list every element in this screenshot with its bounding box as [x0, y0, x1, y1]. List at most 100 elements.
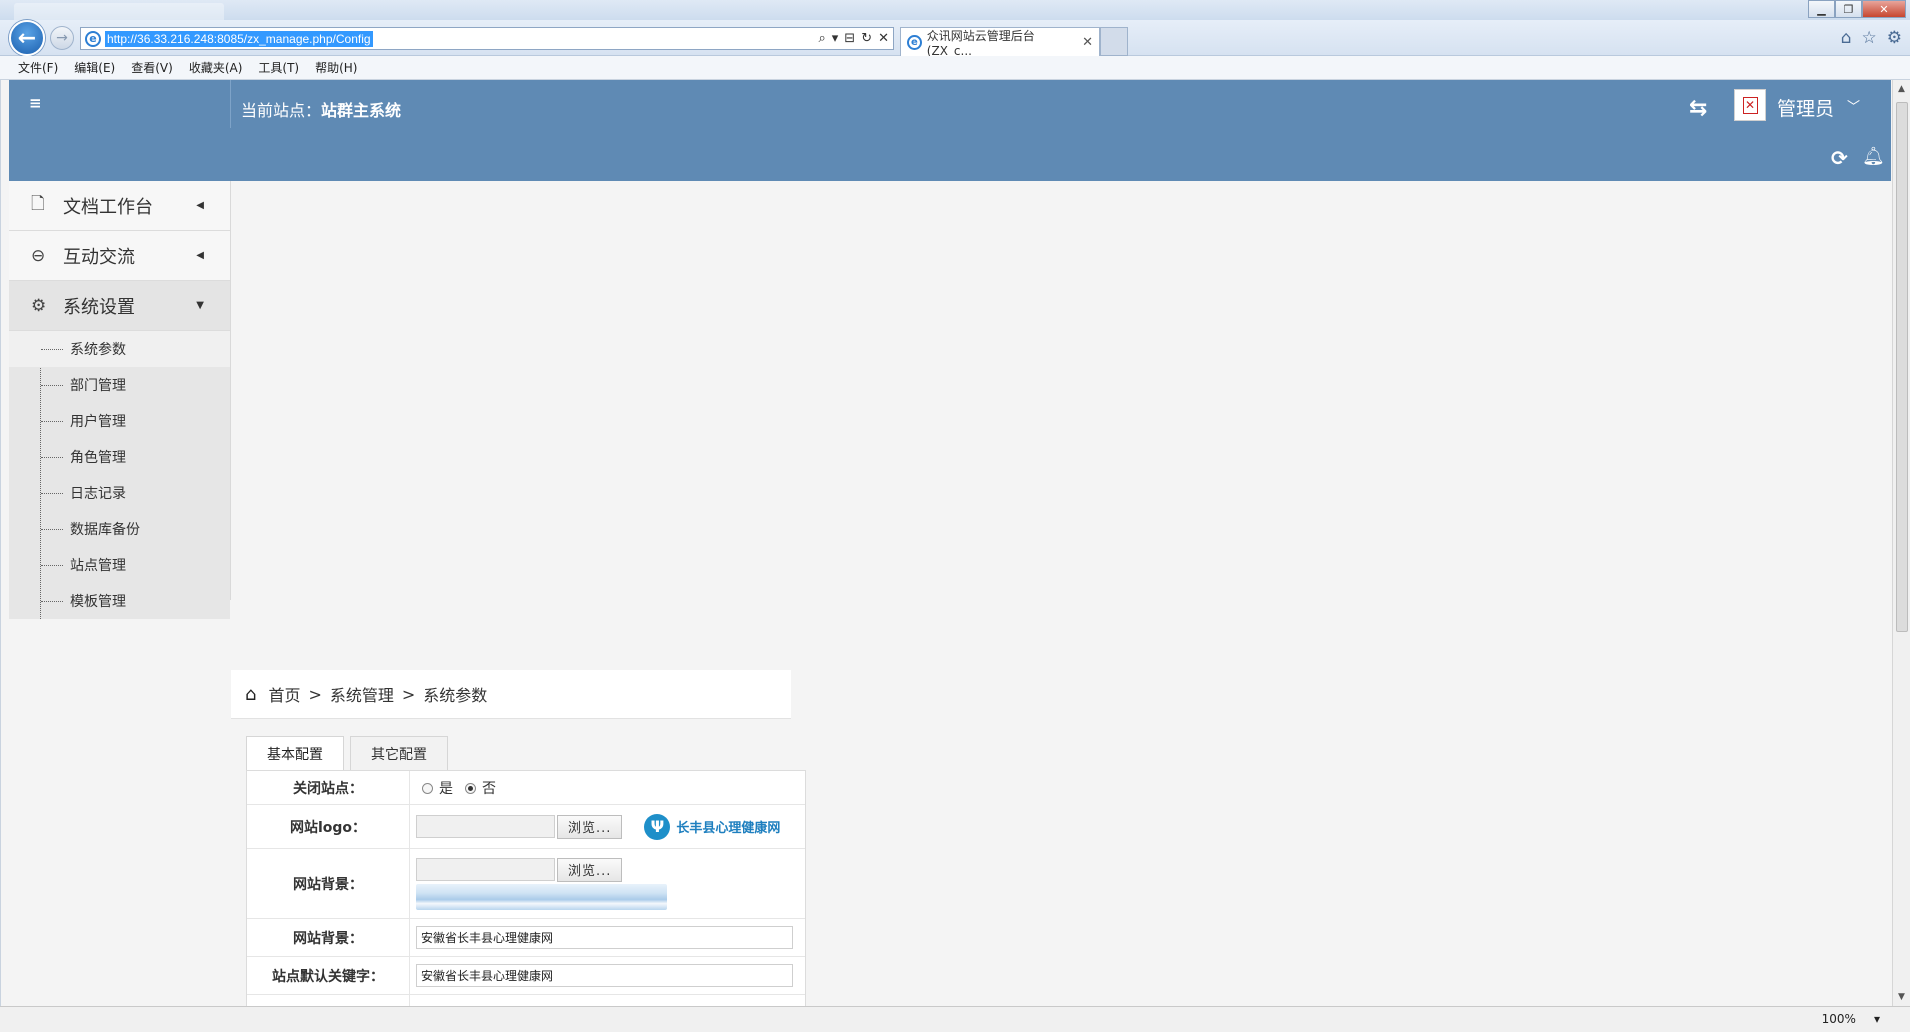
- menu-toggle-icon[interactable]: ≡: [29, 94, 42, 112]
- favorites-star-icon[interactable]: ☆: [1862, 28, 1877, 48]
- current-site-name: 站群主系统: [321, 101, 402, 120]
- menu-edit[interactable]: 编辑(E): [74, 59, 115, 76]
- tab-title: 众讯网站云管理后台(ZX_c...: [926, 28, 1035, 58]
- window-titlebar: ▁ ❐ ✕: [0, 0, 1910, 20]
- stop-icon[interactable]: ✕: [878, 31, 889, 46]
- status-bar: 100% ▾: [0, 1006, 1910, 1032]
- menu-view[interactable]: 查看(V): [131, 59, 173, 76]
- radio-no[interactable]: [465, 783, 476, 794]
- submenu-system-params[interactable]: 系统参数: [9, 331, 230, 367]
- menu-tools[interactable]: 工具(T): [258, 59, 299, 76]
- current-site: 当前站点：站群主系统: [241, 97, 401, 121]
- keywords-input[interactable]: 安徽省长丰县心理健康网: [416, 964, 793, 987]
- settings-gear-icon[interactable]: ⚙: [1887, 28, 1902, 48]
- refresh-page-icon[interactable]: ↻: [861, 31, 872, 46]
- sidebar: 🗋 文档工作台 ◀ ⊖ 互动交流 ◀ ⚙ 系统设置 ▼ 系统参数 部门管理 用户…: [9, 181, 231, 619]
- url-text[interactable]: http://36.33.216.248:8085/zx_manage.php/…: [105, 30, 373, 47]
- breadcrumb-home[interactable]: 首页: [268, 682, 300, 706]
- avatar[interactable]: ✕: [1734, 89, 1766, 121]
- submenu-users[interactable]: 用户管理: [9, 403, 230, 439]
- submenu-logs[interactable]: 日志记录: [9, 475, 230, 511]
- refresh-icon[interactable]: ⟳: [1831, 146, 1848, 170]
- chat-bubble-icon: ⊖: [31, 245, 46, 266]
- browser-menubar: 文件(F) 编辑(E) 查看(V) 收藏夹(A) 工具(T) 帮助(H): [0, 56, 1910, 80]
- sidebar-item-system-settings[interactable]: ⚙ 系统设置 ▼: [9, 281, 230, 331]
- submenu-department[interactable]: 部门管理: [9, 367, 230, 403]
- tab-close-icon[interactable]: ✕: [1082, 35, 1093, 50]
- broken-image-icon: ✕: [1742, 96, 1758, 114]
- config-tabs: 基本配置 其它配置: [246, 736, 448, 770]
- back-button[interactable]: ←: [9, 20, 45, 56]
- caret-left-icon: ◀: [196, 200, 204, 211]
- dropdown-icon[interactable]: ▾: [832, 31, 839, 46]
- form-row-background: 网站背景： 浏览...: [247, 849, 805, 919]
- current-site-label: 当前站点：: [241, 101, 322, 120]
- browser-navbar: ← → e http://36.33.216.248:8085/zx_manag…: [0, 20, 1910, 58]
- menu-favorites[interactable]: 收藏夹(A): [189, 59, 243, 76]
- tab-ie-icon: e: [907, 34, 922, 50]
- address-tools: ⌕ ▾ ⊟ ↻ ✕: [818, 31, 893, 46]
- caret-down-icon: ▼: [196, 300, 204, 311]
- menu-file[interactable]: 文件(F): [18, 59, 58, 76]
- new-tab-button[interactable]: [1100, 27, 1128, 56]
- radio-yes[interactable]: [422, 783, 433, 794]
- form-row-close-site: 关闭站点： 是 否: [247, 771, 805, 805]
- submenu-roles[interactable]: 角色管理: [9, 439, 230, 475]
- background-text-cell: 安徽省长丰县心理健康网: [410, 919, 805, 956]
- submenu-db-backup[interactable]: 数据库备份: [9, 511, 230, 547]
- submenu-sites[interactable]: 站点管理: [9, 547, 230, 583]
- radio-no-label[interactable]: 否: [482, 778, 496, 798]
- zoom-level[interactable]: 100%: [1822, 1012, 1856, 1026]
- submenu-templates[interactable]: 模板管理: [9, 583, 230, 619]
- bell-icon[interactable]: 🔔︎: [1862, 146, 1885, 167]
- logo-file-input[interactable]: [416, 815, 555, 838]
- breadcrumb-separator: >: [401, 684, 416, 704]
- logo-browse-button[interactable]: 浏览...: [557, 814, 623, 839]
- admin-label[interactable]: 管理员: [1777, 94, 1834, 121]
- maximize-button[interactable]: ❐: [1835, 0, 1862, 18]
- sidebar-item-label: 系统设置: [63, 296, 135, 318]
- close-site-options: 是 否: [410, 771, 805, 804]
- chevron-down-icon[interactable]: ﹀: [1847, 96, 1860, 115]
- sidebar-item-documents[interactable]: 🗋 文档工作台 ◀: [9, 181, 230, 231]
- tab-other-config[interactable]: 其它配置: [350, 736, 448, 770]
- background-text-input[interactable]: 安徽省长丰县心理健康网: [416, 926, 793, 949]
- home-icon[interactable]: ⌂: [245, 684, 256, 705]
- form-row-logo: 网站logo： 浏览... Ψ 长丰县心理健康网: [247, 805, 805, 849]
- zoom-control[interactable]: 100% ▾: [1822, 1012, 1880, 1026]
- search-icon[interactable]: ⌕: [818, 31, 825, 46]
- form-row-keywords: 站点默认关键字： 安徽省长丰县心理健康网: [247, 957, 805, 995]
- vertical-scrollbar[interactable]: ▲ ▼: [1892, 80, 1910, 1006]
- home-icon[interactable]: ⌂: [1841, 28, 1852, 48]
- logo-text: 长丰县心理健康网: [676, 821, 781, 836]
- scrollbar-thumb[interactable]: [1896, 102, 1908, 632]
- compat-view-icon[interactable]: ⊟: [844, 31, 855, 46]
- sidebar-item-interaction[interactable]: ⊖ 互动交流 ◀: [9, 231, 230, 281]
- switch-site-icon[interactable]: ⇆: [1689, 96, 1707, 121]
- logo-preview: Ψ 长丰县心理健康网: [644, 813, 781, 840]
- background-file-input[interactable]: [416, 857, 555, 881]
- app-header: ≡ 当前站点：站群主系统 ⇆ ✕ 管理员 ﹀ ⟳ 🔔︎: [9, 80, 1891, 181]
- minimize-button[interactable]: ▁: [1808, 0, 1835, 18]
- tab-basic-config[interactable]: 基本配置: [246, 736, 344, 770]
- background-upload: 浏览...: [410, 849, 805, 918]
- scroll-up-icon[interactable]: ▲: [1898, 84, 1905, 94]
- background-label: 网站背景：: [247, 849, 410, 918]
- scroll-down-icon[interactable]: ▼: [1898, 992, 1905, 1002]
- close-window-button[interactable]: ✕: [1862, 0, 1906, 18]
- breadcrumb-level1[interactable]: 系统管理: [330, 682, 394, 706]
- background-text-label: 网站背景：: [247, 919, 410, 956]
- background-browse-button[interactable]: 浏览...: [557, 857, 623, 882]
- form-row-background-text: 网站背景： 安徽省长丰县心理健康网: [247, 919, 805, 957]
- partial-row-label: [247, 995, 410, 1006]
- browser-tab-active[interactable]: e 众讯网站云管理后台(ZX_c... ✕: [900, 27, 1100, 58]
- forward-button[interactable]: →: [50, 26, 74, 50]
- radio-yes-label[interactable]: 是: [439, 778, 453, 798]
- address-bar[interactable]: e http://36.33.216.248:8085/zx_manage.ph…: [80, 27, 894, 50]
- form-row-partial: [247, 995, 805, 1006]
- psi-logo-icon: Ψ: [644, 813, 671, 840]
- menu-help[interactable]: 帮助(H): [315, 59, 357, 76]
- breadcrumb-level2: 系统参数: [423, 686, 488, 705]
- zoom-dropdown-icon[interactable]: ▾: [1874, 1012, 1880, 1026]
- logo-label: 网站logo：: [247, 805, 410, 848]
